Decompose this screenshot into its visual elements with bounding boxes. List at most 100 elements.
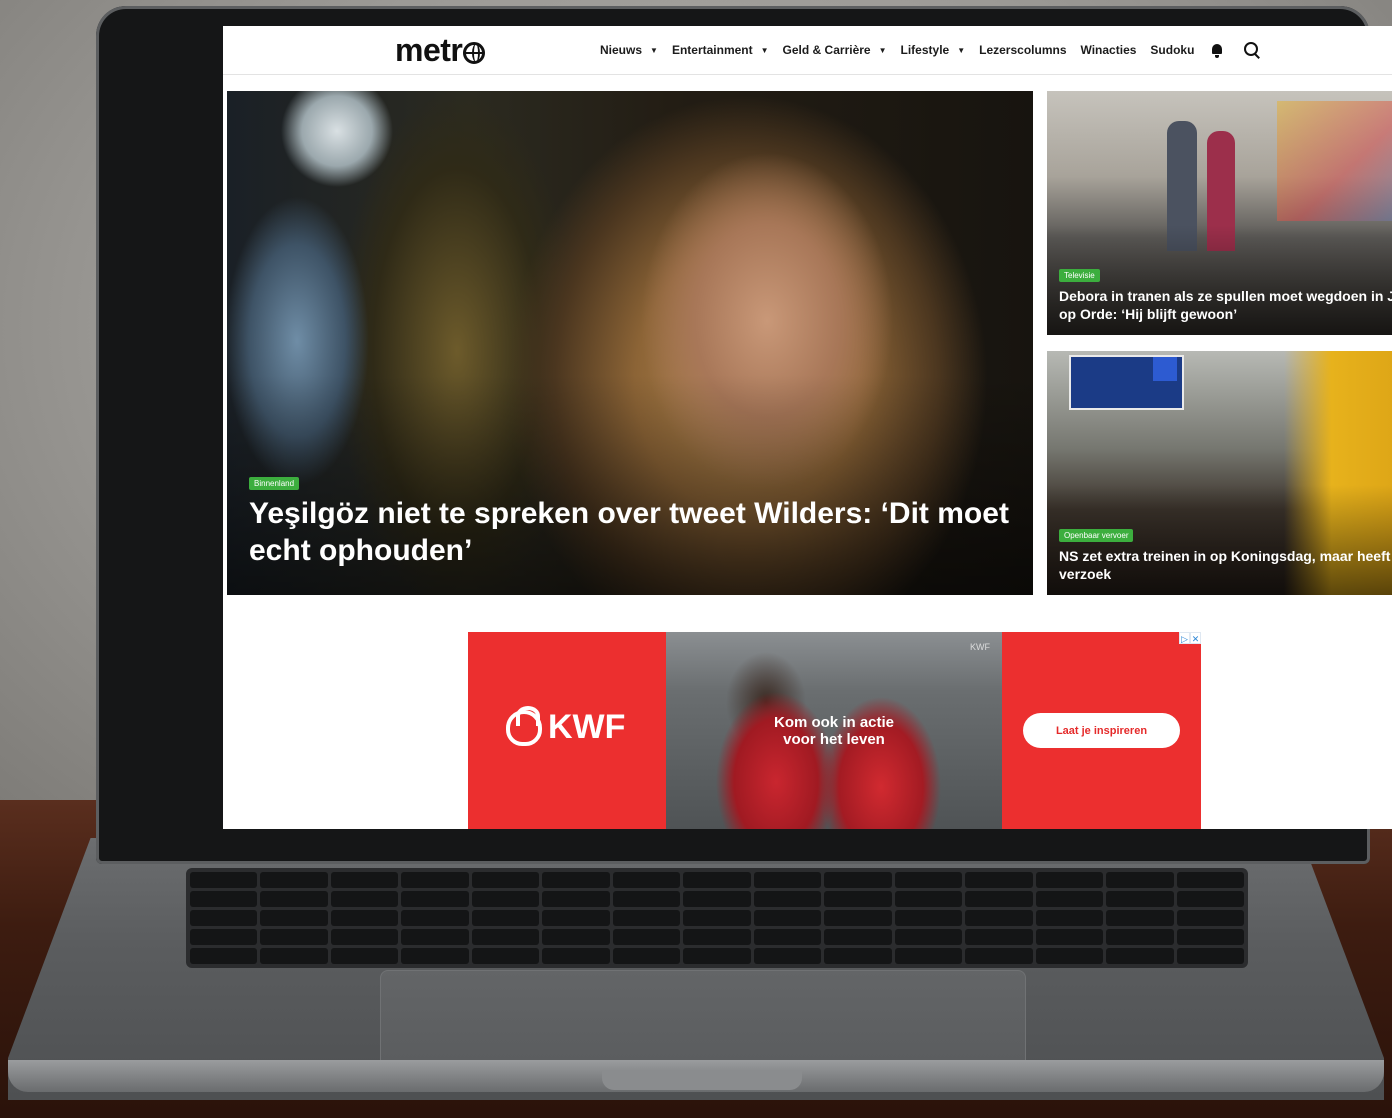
card-title[interactable]: Debora in tranen als ze spullen moet weg… — [1059, 287, 1392, 323]
keyboard-key — [965, 929, 1033, 945]
keyboard-key — [542, 891, 610, 907]
category-tag[interactable]: Televisie — [1059, 269, 1100, 282]
keyboard-key — [824, 891, 892, 907]
card-caption: Televisie Debora in tranen als ze spulle… — [1059, 265, 1392, 323]
keyboard-key — [683, 891, 751, 907]
chevron-down-icon: ▼ — [650, 45, 658, 55]
nav-label: Sudoku — [1150, 43, 1195, 57]
site-header: metr Nieuws ▼ Entertainment ▼ Geld & Carri… — [223, 26, 1392, 75]
keyboard-key — [824, 910, 892, 926]
keyboard-key — [401, 929, 469, 945]
article-card[interactable]: Televisie Debora in tranen als ze spulle… — [1047, 91, 1392, 335]
article-image-detail — [1153, 357, 1177, 381]
keyboard-key — [683, 929, 751, 945]
ad-headline: Kom ook in actie voor het leven — [666, 714, 1002, 748]
keyboard-key — [1106, 891, 1174, 907]
nav-item-nieuws[interactable]: Nieuws ▼ — [600, 43, 658, 57]
keyboard-key — [824, 872, 892, 888]
keyboard-key — [330, 891, 399, 907]
nav-item-lezerscolumns[interactable]: Lezerscolumns — [979, 43, 1066, 57]
card-caption: Openbaar vervoer NS zet extra treinen in… — [1059, 525, 1392, 583]
keyboard-key — [1035, 948, 1104, 964]
keyboard-key — [330, 929, 399, 945]
article-image-detail — [1277, 101, 1392, 221]
ad-headline-line: voor het leven — [783, 731, 885, 748]
keyboard-key — [1035, 872, 1104, 888]
advertisement-banner[interactable]: KWF KWF Kom ook in actie voor het leven … — [468, 632, 1201, 829]
ad-headline-line: Kom ook in actie — [773, 714, 895, 731]
keyboard-key — [260, 891, 328, 907]
nav-item-geld-carriere[interactable]: Geld & Carrière ▼ — [783, 43, 887, 57]
keyboard-key — [1106, 872, 1174, 888]
keyboard-key — [965, 891, 1033, 907]
keyboard-key — [330, 872, 399, 888]
nav-label: Nieuws — [600, 43, 643, 57]
keyboard-key — [1106, 929, 1174, 945]
chevron-down-icon: ▼ — [760, 45, 769, 55]
keyboard-key — [894, 872, 963, 888]
keyboard-key — [965, 948, 1033, 964]
keyboard-key — [753, 872, 822, 888]
keyboard-key — [612, 929, 681, 945]
nav-item-entertainment[interactable]: Entertainment ▼ — [672, 43, 769, 57]
keyboard-key — [401, 948, 469, 964]
article-image-detail — [1207, 131, 1235, 251]
keyboard-key — [894, 910, 963, 926]
keyboard-key — [471, 891, 540, 907]
card-title[interactable]: NS zet extra treinen in op Koningsdag, m… — [1059, 547, 1392, 583]
hero-article[interactable]: Binnenland Yeşilgöz niet te spreken over… — [227, 91, 1033, 595]
keyboard-key — [1035, 891, 1104, 907]
browser-viewport: metr Nieuws ▼ Entertainment ▼ Geld & Carri… — [223, 26, 1392, 829]
keyboard-key — [471, 910, 540, 926]
keyboard-key — [1035, 929, 1104, 945]
keyboard-key — [542, 872, 610, 888]
nav-label: Entertainment — [671, 43, 753, 57]
keyboard-key — [753, 910, 822, 926]
search-icon[interactable] — [1244, 42, 1260, 58]
keyboard-key — [260, 948, 328, 964]
ad-choices[interactable]: ▷ ✕ — [1179, 632, 1201, 644]
keyboard-key — [330, 948, 399, 964]
keyboard-key — [965, 872, 1033, 888]
keyboard-key — [260, 929, 328, 945]
nav-item-winacties[interactable]: Winacties — [1081, 43, 1137, 57]
keyboard-key — [190, 872, 258, 888]
keyboard-key — [683, 948, 751, 964]
keyboard-key — [190, 910, 258, 926]
keyboard-key — [401, 891, 469, 907]
keyboard-key — [260, 910, 328, 926]
ad-watermark: KWF — [970, 642, 990, 652]
keyboard-key — [1106, 910, 1174, 926]
category-tag[interactable]: Binnenland — [249, 477, 300, 490]
main-nav: Nieuws ▼ Entertainment ▼ Geld & Carrière ▼ … — [600, 42, 1260, 58]
keyboard-key — [824, 948, 892, 964]
article-image-detail — [1167, 121, 1197, 251]
keyboard-key — [683, 910, 751, 926]
bell-icon[interactable] — [1210, 43, 1224, 58]
keyboard-key — [1176, 891, 1244, 907]
laptop-notch — [602, 1070, 802, 1090]
nav-label: Lifestyle — [900, 43, 950, 57]
keyboard-key — [894, 891, 963, 907]
nav-item-sudoku[interactable]: Sudoku — [1150, 43, 1194, 57]
keyboard-key — [542, 910, 610, 926]
site-logo[interactable]: metr — [395, 32, 486, 69]
keyboard-key — [612, 891, 681, 907]
logo-text: metr — [395, 32, 463, 68]
keyboard-key — [542, 948, 610, 964]
ad-brand-text: KWF — [548, 708, 626, 746]
nav-label: Geld & Carrière — [782, 43, 871, 57]
hero-title[interactable]: Yeşilgöz niet te spreken over tweet Wild… — [249, 495, 1009, 569]
keyboard-key — [683, 872, 751, 888]
category-tag[interactable]: Openbaar vervoer — [1059, 529, 1134, 542]
ad-info-icon[interactable]: ▷ — [1179, 632, 1190, 644]
article-card[interactable]: Openbaar vervoer NS zet extra treinen in… — [1047, 351, 1392, 595]
close-icon[interactable]: ✕ — [1190, 632, 1201, 644]
nav-item-lifestyle[interactable]: Lifestyle ▼ — [901, 43, 966, 57]
ad-photo: KWF Kom ook in actie voor het leven — [666, 632, 1002, 829]
laptop-keyboard — [186, 868, 1248, 968]
ad-cta-button[interactable]: Laat je inspireren — [1023, 713, 1180, 748]
chevron-down-icon: ▼ — [878, 45, 887, 55]
laptop-trackpad — [380, 970, 1026, 1072]
globe-icon — [463, 42, 486, 64]
